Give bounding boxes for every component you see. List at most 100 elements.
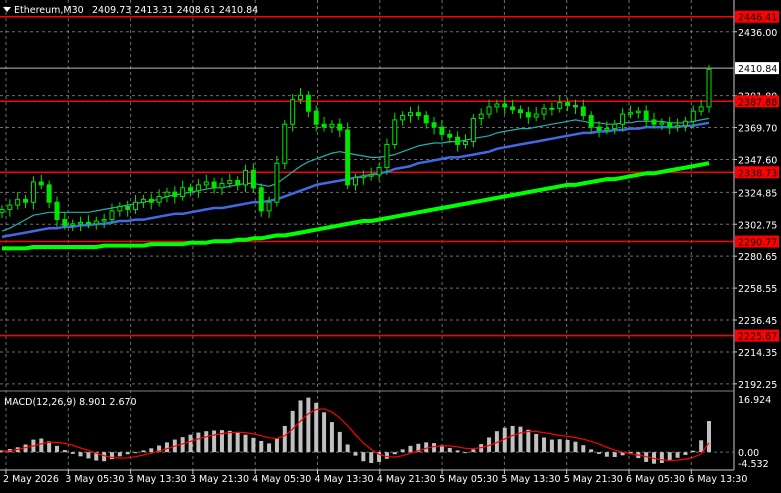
- candle-body: [148, 198, 154, 203]
- macd-histogram-bar: [196, 432, 201, 453]
- candle-body: [227, 180, 233, 184]
- macd-histogram-bar: [612, 452, 617, 458]
- macd-histogram-bar: [573, 441, 578, 453]
- level-label: 2387.88: [738, 97, 777, 108]
- candle-body: [478, 113, 484, 119]
- candle-body: [549, 107, 555, 110]
- candle-body: [604, 128, 610, 131]
- time-tick-label: 5 May 21:30: [564, 474, 623, 485]
- candle-body: [109, 210, 115, 221]
- macd-histogram-bar: [353, 452, 358, 456]
- macd-histogram-bar: [298, 400, 303, 453]
- macd-histogram-bar: [227, 430, 232, 453]
- macd-histogram-bar: [212, 430, 217, 453]
- macd-histogram-bar: [463, 452, 468, 454]
- macd-histogram-bar: [432, 443, 437, 453]
- macd-histogram-bar: [39, 438, 44, 453]
- candle-body: [572, 104, 578, 108]
- candle-body: [133, 201, 139, 210]
- candle-body: [588, 115, 594, 128]
- time-tick-label: 6 May 13:30: [688, 474, 747, 485]
- candle-body: [510, 106, 516, 111]
- time-tick-label: 5 May 05:30: [439, 474, 498, 485]
- candle-body: [517, 109, 523, 114]
- candle-body: [305, 94, 311, 112]
- macd-histogram-bar: [259, 440, 264, 453]
- macd-histogram-bar: [392, 452, 397, 455]
- candle-body: [62, 219, 68, 226]
- candle-body: [156, 195, 162, 203]
- candle-body: [392, 119, 398, 145]
- candle-body: [455, 136, 461, 145]
- candle-body: [298, 94, 304, 101]
- macd-scale-label: 0.00: [738, 448, 759, 459]
- candle-body: [431, 122, 437, 128]
- candle-body: [423, 115, 429, 124]
- candle-body: [690, 110, 696, 122]
- candle-body: [596, 126, 602, 131]
- candle-body: [93, 220, 99, 225]
- candle-body: [0, 208, 5, 213]
- macd-histogram-bar: [549, 439, 554, 453]
- level-label: 2225.67: [738, 332, 777, 343]
- candle-body: [250, 169, 256, 189]
- price-tick-label: 2324.85: [738, 188, 777, 199]
- trading-chart[interactable]: MACD(12,26,9) 8.901 2.670 Ethereum,M30 2…: [0, 0, 781, 489]
- macd-histogram-bar: [597, 452, 602, 454]
- macd-histogram-bar: [267, 443, 272, 453]
- macd-histogram-bar: [117, 452, 122, 457]
- macd-histogram-bar: [361, 452, 366, 462]
- symbol-label: Ethereum,M30: [14, 5, 84, 16]
- price-tick-label: 2302.75: [738, 220, 777, 231]
- candle-body: [447, 133, 453, 138]
- macd-histogram-bar: [282, 425, 287, 453]
- macd-histogram-bar: [604, 452, 609, 457]
- time-tick-label: 3 May 21:30: [190, 474, 249, 485]
- candle-body: [321, 123, 327, 128]
- candle-body: [203, 181, 209, 186]
- price-tick-label: 2280.65: [738, 252, 777, 263]
- candle-body: [360, 175, 366, 179]
- time-tick-label: 4 May 21:30: [377, 474, 436, 485]
- candle-body: [494, 103, 500, 108]
- candle-body: [407, 112, 413, 117]
- candle-body: [125, 206, 131, 210]
- candle-body: [164, 191, 170, 197]
- macd-histogram-bar: [581, 445, 586, 453]
- time-tick-label: 4 May 05:30: [252, 474, 311, 485]
- level-label: 2290.77: [738, 238, 777, 249]
- candle-body: [101, 219, 107, 222]
- ohlc-readout: 2409.73 2413.31 2408.61 2410.84: [92, 5, 258, 16]
- candle-body: [290, 99, 296, 125]
- macd-histogram-bar: [408, 445, 413, 453]
- time-tick-label: 5 May 13:30: [501, 474, 560, 485]
- macd-histogram-bar: [707, 421, 711, 453]
- candle-body: [274, 162, 280, 203]
- candle-body: [313, 110, 319, 125]
- candle-body: [368, 174, 374, 177]
- macd-histogram-bar: [667, 452, 672, 461]
- macd-histogram-bar: [337, 431, 342, 453]
- price-tick-label: 2192.25: [738, 380, 777, 391]
- macd-histogram-bar: [659, 452, 664, 463]
- candle-body: [675, 125, 681, 128]
- price-tick-label: 2258.55: [738, 284, 777, 295]
- macd-histogram-bar: [526, 429, 531, 453]
- candle-body: [172, 191, 178, 197]
- time-tick-label: 2 May 2026: [3, 474, 59, 485]
- chart-svg[interactable]: MACD(12,26,9) 8.901 2.670 Ethereum,M30 2…: [0, 0, 781, 489]
- candle-body: [211, 181, 217, 189]
- macd-histogram-bar: [471, 449, 476, 453]
- price-tick-label: 2436.00: [738, 28, 777, 39]
- candle-body: [706, 68, 712, 108]
- candle-body: [525, 112, 531, 118]
- candle-body: [612, 123, 618, 130]
- candle-body: [15, 198, 21, 206]
- macd-histogram-bar: [455, 450, 460, 453]
- candle-body: [38, 181, 44, 186]
- candle-body: [502, 103, 508, 108]
- candle-body: [85, 221, 91, 225]
- candle-body: [23, 198, 29, 203]
- macd-histogram-bar: [565, 439, 570, 453]
- candle-body: [140, 198, 146, 203]
